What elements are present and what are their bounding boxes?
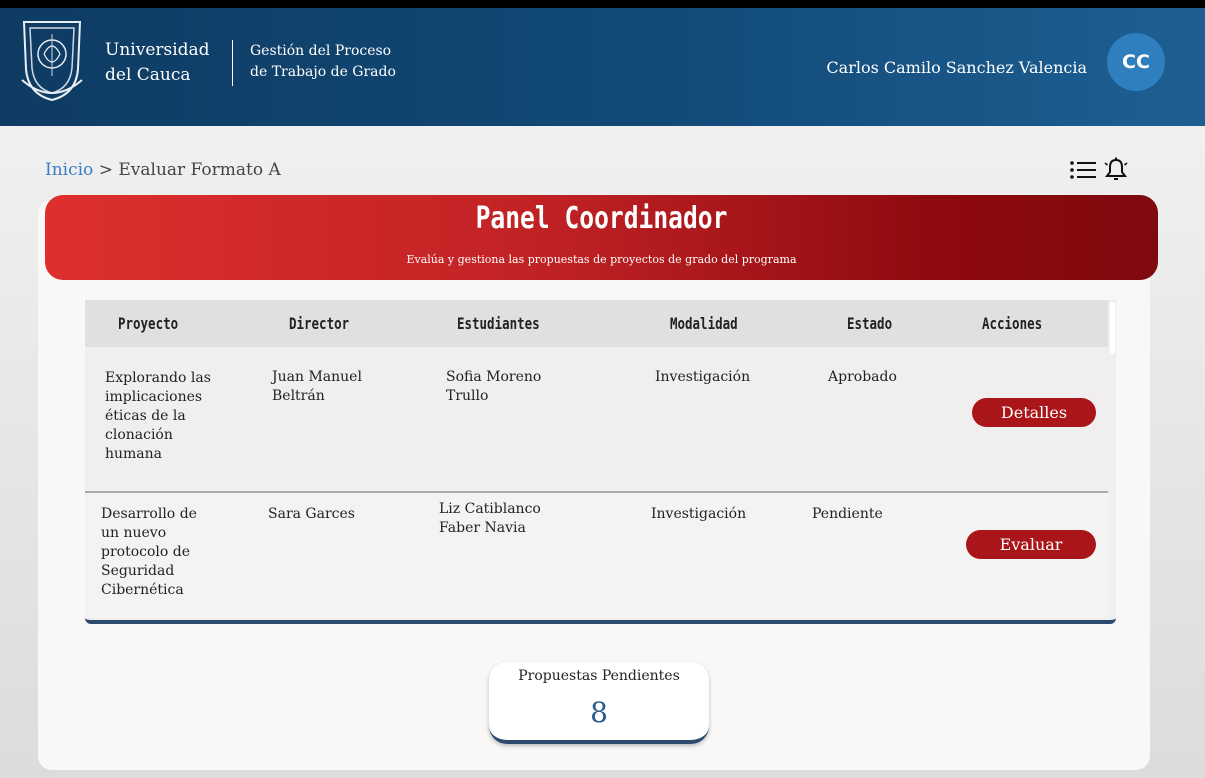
status-cell: Pendiente bbox=[812, 506, 883, 522]
director-cell: Juan Manuel Beltrán bbox=[272, 368, 362, 406]
university-name: Universidad del Cauca bbox=[105, 38, 210, 88]
header-divider bbox=[232, 40, 233, 86]
toolbar-icons bbox=[1068, 155, 1128, 185]
project-line: clonación bbox=[105, 427, 173, 443]
project-line: humana bbox=[105, 446, 163, 462]
project-line: protocolo de bbox=[101, 544, 191, 560]
column-header-modalidad: Modalidad bbox=[670, 314, 738, 333]
list-icon[interactable] bbox=[1068, 158, 1098, 182]
university-name-line2: del Cauca bbox=[105, 65, 191, 85]
table-header: Proyecto Director Estudiantes Modalidad … bbox=[85, 300, 1108, 347]
table-scrollbar[interactable] bbox=[1110, 302, 1115, 354]
project-line: un nuevo bbox=[101, 525, 167, 541]
director-line: Beltrán bbox=[272, 388, 325, 404]
students-cell: Sofia Moreno Trullo bbox=[446, 368, 541, 406]
bell-icon[interactable] bbox=[1104, 157, 1128, 183]
student-name: Liz Catiblanco bbox=[439, 501, 541, 517]
student-name: Faber Navia bbox=[439, 520, 526, 536]
panel-subtitle: Evalúa y gestiona las propuestas de proy… bbox=[406, 253, 797, 266]
table-row: Desarrollo de un nuevo protocolo de Segu… bbox=[85, 493, 1108, 618]
project-line: Seguridad bbox=[101, 563, 175, 579]
table-row: Explorando las implicaciones éticas de l… bbox=[85, 347, 1108, 491]
modality-cell: Investigación bbox=[655, 369, 751, 385]
director-cell: Sara Garces bbox=[268, 505, 355, 524]
student-name: Trullo bbox=[446, 388, 489, 404]
breadcrumb: Inicio > Evaluar Formato A bbox=[45, 160, 281, 180]
project-line: Cibernética bbox=[101, 582, 184, 598]
university-name-line1: Universidad bbox=[105, 40, 210, 60]
panel-title: Panel Coordinador bbox=[475, 201, 728, 236]
students-cell: Liz Catiblanco Faber Navia bbox=[439, 500, 541, 538]
project-line: Explorando las bbox=[105, 370, 211, 386]
evaluate-button[interactable]: Evaluar bbox=[966, 530, 1096, 559]
project-cell: Explorando las implicaciones éticas de l… bbox=[105, 369, 211, 464]
modality-cell: Investigación bbox=[651, 506, 747, 522]
pending-proposals-label: Propuestas Pendientes bbox=[518, 668, 680, 684]
project-line: implicaciones bbox=[105, 389, 203, 405]
pending-proposals-card: Propuestas Pendientes 8 bbox=[489, 662, 709, 744]
column-header-acciones: Acciones bbox=[982, 314, 1043, 333]
top-border bbox=[0, 0, 1205, 8]
director-line: Juan Manuel bbox=[272, 369, 362, 385]
project-line: Desarrollo de bbox=[101, 506, 197, 522]
university-crest-icon bbox=[21, 21, 83, 102]
status-cell: Aprobado bbox=[828, 369, 897, 385]
process-name-line2: de Trabajo de Grado bbox=[250, 64, 396, 80]
process-name: Gestión del Proceso de Trabajo de Grado bbox=[250, 41, 396, 83]
column-header-estado: Estado bbox=[847, 314, 893, 333]
breadcrumb-current: Evaluar Formato A bbox=[118, 160, 281, 180]
details-button[interactable]: Detalles bbox=[972, 398, 1096, 427]
panel-banner: Panel Coordinador Evalúa y gestiona las … bbox=[45, 195, 1158, 280]
proposals-table: Proyecto Director Estudiantes Modalidad … bbox=[85, 300, 1116, 624]
column-header-director: Director bbox=[289, 314, 350, 333]
breadcrumb-separator: > bbox=[93, 160, 119, 180]
app-header: Universidad del Cauca Gestión del Proces… bbox=[0, 8, 1205, 126]
column-header-estudiantes: Estudiantes bbox=[457, 314, 540, 333]
user-avatar[interactable]: CC bbox=[1107, 33, 1165, 91]
user-name: Carlos Camilo Sanchez Valencia bbox=[826, 58, 1087, 77]
pending-proposals-count: 8 bbox=[590, 696, 608, 729]
breadcrumb-home-link[interactable]: Inicio bbox=[45, 160, 93, 180]
director-line: Sara Garces bbox=[268, 506, 355, 522]
project-line: éticas de la bbox=[105, 408, 186, 424]
student-name: Sofia Moreno bbox=[446, 369, 542, 385]
process-name-line1: Gestión del Proceso bbox=[250, 43, 392, 59]
project-cell: Desarrollo de un nuevo protocolo de Segu… bbox=[101, 505, 197, 600]
column-header-proyecto: Proyecto bbox=[118, 314, 179, 333]
